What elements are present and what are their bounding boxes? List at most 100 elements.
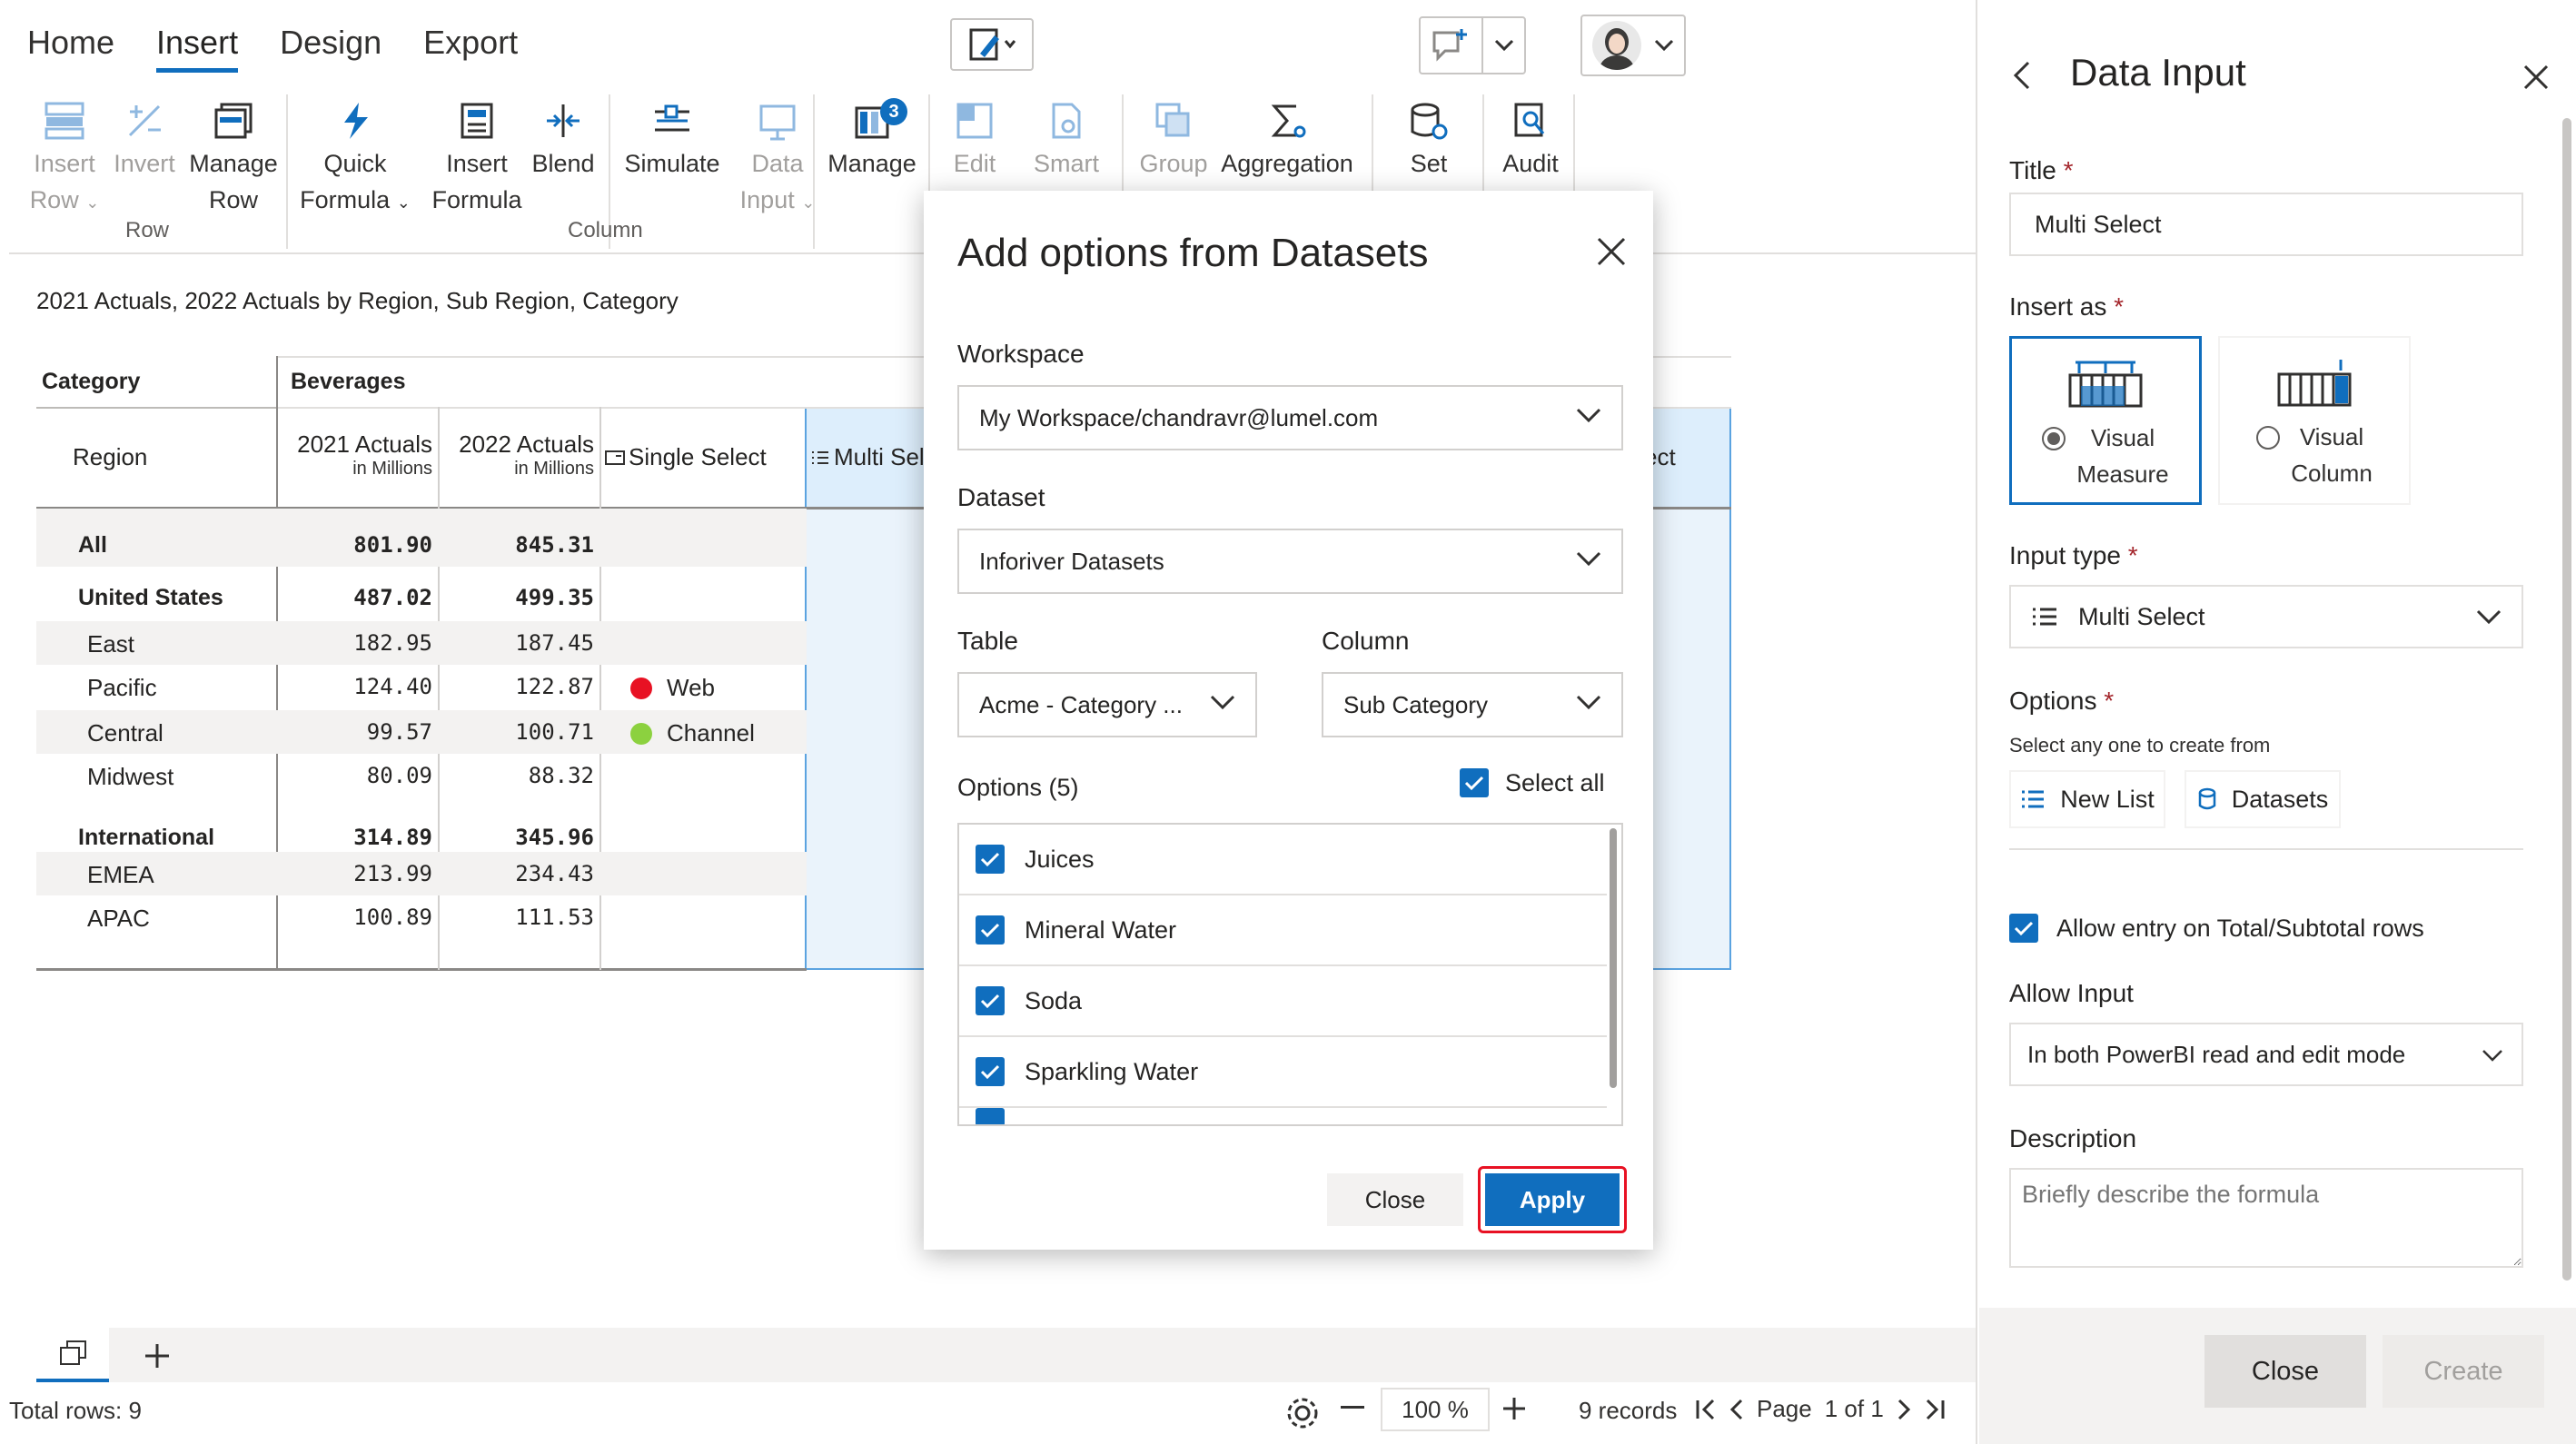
add-sheet-button[interactable]: [136, 1335, 178, 1377]
invert-button[interactable]: Invert: [111, 96, 178, 182]
manage-row-button[interactable]: Manage Row: [183, 96, 283, 218]
close-icon[interactable]: [2522, 64, 2550, 91]
list-item[interactable]: Juices: [959, 825, 1607, 895]
panel-scrollbar[interactable]: [2562, 118, 2571, 1281]
cell-2022-actuals[interactable]: 100.71: [443, 719, 594, 745]
cell-2022-actuals[interactable]: 845.31: [443, 532, 594, 558]
cell-2021-actuals[interactable]: 487.02: [282, 585, 432, 610]
comment-button[interactable]: [1419, 16, 1526, 74]
row-label[interactable]: Midwest: [87, 763, 173, 791]
row-label[interactable]: International: [78, 825, 214, 851]
list-item[interactable]: Mineral Water: [959, 895, 1607, 966]
tab-home[interactable]: Home: [27, 24, 114, 73]
cell-2021-actuals[interactable]: 314.89: [282, 825, 432, 850]
next-page-icon[interactable]: [1897, 1398, 1911, 1421]
cell-2021-actuals[interactable]: 182.95: [282, 630, 432, 656]
data-input-button[interactable]: Data Input ⌄: [736, 96, 819, 221]
visual-measure-option[interactable]: Visual Measure: [2009, 336, 2202, 505]
cell-single-select[interactable]: Channel: [605, 719, 755, 747]
row-label[interactable]: All: [78, 532, 107, 559]
group-button[interactable]: Group: [1132, 96, 1215, 182]
zoom-input[interactable]: 100 %: [1381, 1388, 1490, 1431]
cell-2021-actuals[interactable]: 124.40: [282, 674, 432, 699]
list-item[interactable]: Sparkling Water: [959, 1037, 1607, 1108]
sheet-tab[interactable]: [36, 1328, 109, 1382]
apply-button[interactable]: Apply: [1485, 1173, 1620, 1226]
quick-formula-button[interactable]: Quick Formula ⌄: [296, 96, 414, 221]
dataset-dropdown[interactable]: Inforiver Datasets: [957, 529, 1623, 594]
title-input[interactable]: Multi Select: [2009, 193, 2523, 256]
row-label[interactable]: United States: [78, 585, 223, 611]
column-dropdown[interactable]: Sub Category: [1322, 672, 1623, 737]
aggregation-button[interactable]: Aggregation: [1219, 96, 1355, 182]
cell-single-select[interactable]: Web: [605, 674, 715, 702]
list-item[interactable]: Soda: [959, 966, 1607, 1037]
aggregation-label: Aggregation: [1221, 150, 1353, 177]
edit-mode-button[interactable]: [950, 18, 1034, 71]
zoom-out-button[interactable]: [1341, 1406, 1364, 1409]
description-textarea[interactable]: [2009, 1168, 2523, 1268]
table-dropdown[interactable]: Acme - Category ...: [957, 672, 1257, 737]
zoom-in-button[interactable]: [1501, 1395, 1528, 1429]
manage-button[interactable]: 3 Manage: [822, 96, 922, 182]
back-icon[interactable]: [2012, 60, 2032, 91]
list-scrollbar[interactable]: [1610, 828, 1617, 1088]
workspace-dropdown[interactable]: My Workspace/chandravr@lumel.com: [957, 385, 1623, 450]
visual-measure-label: Visual: [2090, 424, 2155, 451]
cell-2022-actuals[interactable]: 187.45: [443, 630, 594, 656]
first-page-icon[interactable]: [1695, 1398, 1717, 1421]
set-version-button[interactable]: Set: [1381, 96, 1477, 182]
insert-row-button[interactable]: Insert Row ⌄: [25, 96, 104, 221]
multi-select-label: Multi Sel: [834, 443, 925, 470]
tab-insert[interactable]: Insert: [156, 24, 239, 73]
last-page-icon[interactable]: [1924, 1398, 1946, 1421]
cell-2021-actuals[interactable]: 801.90: [282, 532, 432, 558]
header-2022-actuals[interactable]: 2022 Actuals in Millions: [443, 430, 594, 480]
table-row: Central 99.57 100.71 Channel: [36, 710, 807, 754]
blend-button[interactable]: Blend: [523, 96, 603, 182]
tab-design[interactable]: Design: [280, 24, 381, 73]
close-button[interactable]: Close: [1327, 1173, 1463, 1226]
panel-close-button[interactable]: Close: [2204, 1335, 2366, 1408]
insert-formula-button[interactable]: Insert Formula: [423, 96, 530, 218]
cell-2022-actuals[interactable]: 499.35: [443, 585, 594, 610]
create-button[interactable]: Create: [2383, 1335, 2544, 1408]
allow-total-checkbox[interactable]: Allow entry on Total/Subtotal rows: [2009, 914, 2424, 943]
audit-button[interactable]: Audit: [1490, 96, 1571, 182]
row-label[interactable]: APAC: [87, 905, 150, 933]
datasets-button[interactable]: Datasets: [2185, 770, 2341, 828]
cell-2021-actuals[interactable]: 213.99: [282, 861, 432, 886]
prev-page-icon[interactable]: [1729, 1398, 1744, 1421]
cell-2022-actuals[interactable]: 88.32: [443, 763, 594, 788]
cell-2022-actuals[interactable]: 111.53: [443, 905, 594, 930]
lightning-icon: [344, 103, 368, 139]
row-label[interactable]: Pacific: [87, 674, 157, 702]
smart-analysis-button[interactable]: Smart: [1019, 96, 1114, 182]
row-label[interactable]: East: [87, 630, 134, 658]
header-multi-select[interactable]: Multi Sel: [810, 443, 925, 471]
visual-column-option[interactable]: Visual Column: [2218, 336, 2411, 505]
row-label[interactable]: EMEA: [87, 861, 154, 889]
header-2021-actuals[interactable]: 2021 Actuals in Millions: [282, 430, 432, 480]
tab-export[interactable]: Export: [423, 24, 518, 73]
new-list-button[interactable]: New List: [2009, 770, 2165, 828]
group-row-label: Row: [125, 218, 170, 242]
cell-2021-actuals[interactable]: 99.57: [282, 719, 432, 745]
allow-input-dropdown[interactable]: In both PowerBI read and edit mode: [2009, 1023, 2523, 1086]
cell-2022-actuals[interactable]: 345.96: [443, 825, 594, 850]
row-label[interactable]: Central: [87, 719, 163, 747]
cell-2021-actuals[interactable]: 80.09: [282, 763, 432, 788]
user-menu-button[interactable]: [1580, 15, 1686, 76]
chevron-down-icon: [1576, 695, 1601, 710]
settings-icon[interactable]: [1284, 1395, 1321, 1438]
cell-2022-actuals[interactable]: 122.87: [443, 674, 594, 699]
cell-2022-actuals[interactable]: 234.43: [443, 861, 594, 886]
simulate-button[interactable]: Simulate: [614, 96, 730, 182]
cell-2021-actuals[interactable]: 100.89: [282, 905, 432, 930]
select-all-checkbox[interactable]: Select all: [1460, 768, 1605, 797]
header-single-select[interactable]: Single Select: [605, 443, 767, 471]
edit-cell-button[interactable]: Edit: [936, 96, 1014, 182]
radio-selected: [2042, 427, 2066, 450]
close-icon[interactable]: [1596, 236, 1627, 267]
input-type-dropdown[interactable]: Multi Select: [2009, 585, 2523, 648]
